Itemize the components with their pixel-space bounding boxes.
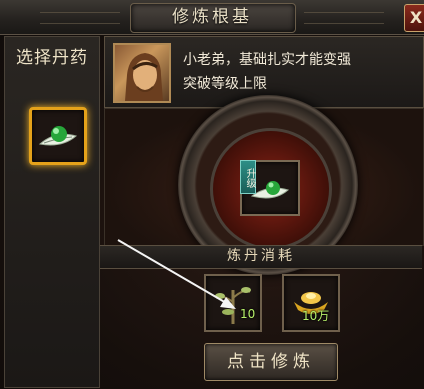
cost-item-herb[interactable] xyxy=(204,274,262,332)
dialog-window: 修炼根基 X 选择丹药 小老弟，基础扎实才能变强 突破等级上限 升级 炼丹消耗 … xyxy=(0,0,424,389)
herb-count: 10 xyxy=(240,307,256,321)
upgrade-tag: 升级 xyxy=(240,160,256,194)
selected-pill-slot[interactable] xyxy=(29,107,87,165)
title-ornament-right xyxy=(304,12,384,24)
green-pill-on-leaf-icon xyxy=(38,126,78,146)
herb-branch-icon xyxy=(215,287,251,324)
pill-selection-panel: 选择丹药 xyxy=(4,36,100,388)
npc-portrait xyxy=(113,43,171,103)
close-button[interactable]: X xyxy=(404,4,424,32)
window-title: 修炼根基 xyxy=(172,7,252,27)
npc-message-line-1: 小老弟，基础扎实才能变强 xyxy=(183,52,351,68)
npc-message-line-2: 突破等级上限 xyxy=(183,76,267,92)
cost-title: 炼丹消耗 xyxy=(227,248,295,264)
refine-button[interactable]: 点击修炼 xyxy=(204,343,338,381)
npc-face-icon xyxy=(125,53,163,101)
pill-selection-title: 选择丹药 xyxy=(16,48,88,68)
title-ornament-left xyxy=(40,12,120,24)
gold-count: 10万 xyxy=(302,309,330,323)
